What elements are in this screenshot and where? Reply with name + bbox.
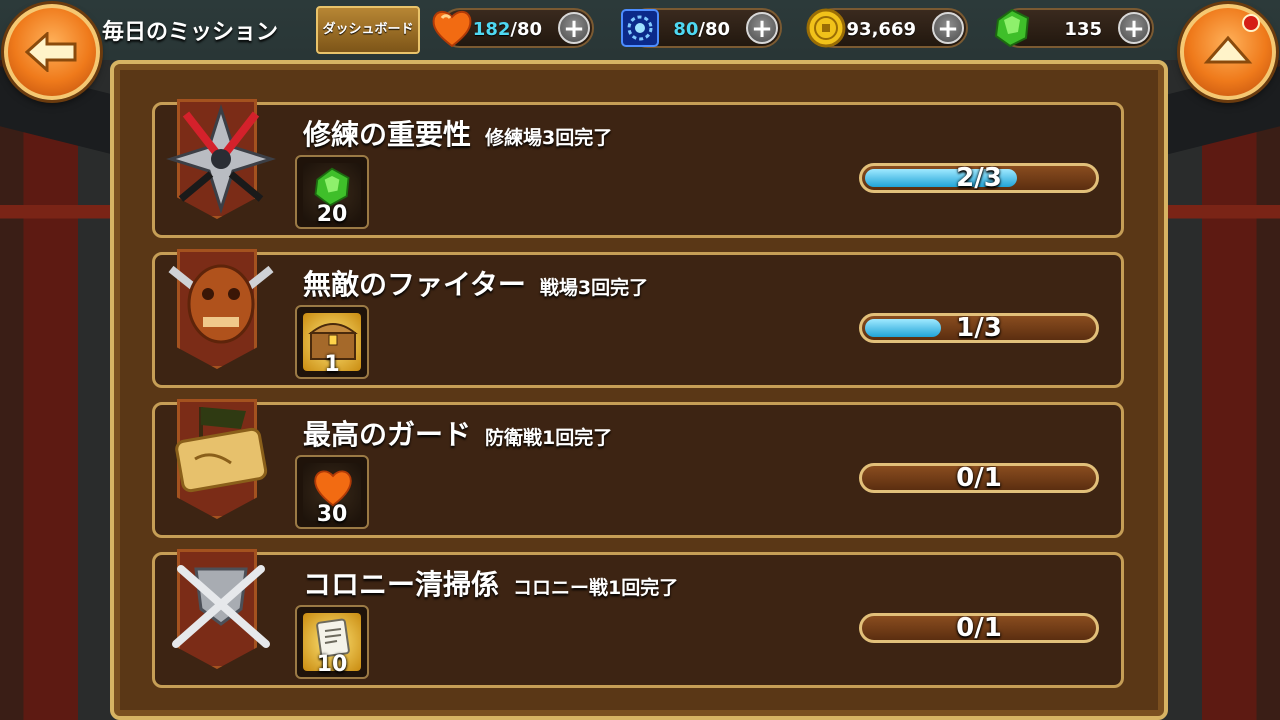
progress-bar: 1/3 — [859, 313, 1099, 343]
top-bar: 毎日のミッション ダッシュボード 182/80 + 80/80 + 93,669… — [0, 0, 1280, 100]
mission-title: コロニー清掃係 コロニー戦1回完了 — [303, 568, 679, 601]
flag-scroll-emblem-icon — [175, 407, 268, 493]
gold-coin-icon — [806, 8, 846, 48]
green-gem-icon — [994, 8, 1030, 48]
mission-row: 修練の重要性 修練場3回完了 20 2/3 — [152, 99, 1124, 238]
progress-text: 2/3 — [956, 163, 1002, 193]
add-gems-button[interactable]: + — [1118, 12, 1150, 44]
stamina-current: 182 — [472, 19, 511, 40]
stamina-counter: 182/80 + — [432, 8, 594, 48]
progress-bar: 0/1 — [859, 463, 1099, 493]
mission-row: 最高のガード 防衛戦1回完了 30 0/1 — [152, 399, 1124, 538]
mission-title: 修練の重要性 修練場3回完了 — [303, 118, 613, 151]
gold-amount: 93,669 — [846, 19, 916, 40]
menu-toggle-button[interactable] — [1180, 4, 1276, 100]
page-title: 毎日のミッション — [102, 20, 279, 45]
notification-badge — [1242, 14, 1260, 32]
demon-mask-emblem-icon — [168, 264, 274, 344]
background-temple-right — [1150, 60, 1280, 720]
mission-condition: コロニー戦1回完了 — [513, 577, 679, 599]
mission-condition: 戦場3回完了 — [539, 277, 649, 299]
shuriken-emblem-icon — [166, 104, 276, 214]
energy-counter: 80/80 + — [621, 8, 782, 48]
mission-row: 無敵のファイター 戦場3回完了 1 1/3 — [152, 249, 1124, 388]
progress-bar: 2/3 — [859, 163, 1099, 193]
back-arrow-icon — [25, 32, 77, 72]
mission-row: コロニー清掃係 コロニー戦1回完了 10 0/1 — [152, 549, 1124, 688]
reward-slot[interactable]: 1 — [295, 305, 369, 379]
gem-counter: 135 + — [994, 8, 1154, 48]
energy-current: 80 — [673, 19, 699, 40]
progress-text: 1/3 — [956, 313, 1002, 343]
reward-slot[interactable]: 20 — [295, 155, 369, 229]
reward-count: 30 — [316, 502, 348, 527]
add-stamina-button[interactable]: + — [558, 12, 590, 44]
add-energy-button[interactable]: + — [746, 12, 778, 44]
progress-bar: 0/1 — [859, 613, 1099, 643]
gem-amount: 135 — [1064, 19, 1102, 40]
reward-count: 10 — [316, 652, 348, 677]
heart-icon — [432, 10, 472, 48]
dashboard-button[interactable]: ダッシュボード — [316, 6, 420, 54]
stamina-max: /80 — [510, 19, 542, 40]
reward-slot[interactable]: 30 — [295, 455, 369, 529]
blue-orb-icon — [621, 9, 659, 47]
add-gold-button[interactable]: + — [932, 12, 964, 44]
energy-max: /80 — [698, 19, 730, 40]
reward-slot[interactable]: 10 — [295, 605, 369, 679]
back-button[interactable] — [4, 4, 100, 100]
mission-condition: 防衛戦1回完了 — [485, 427, 613, 449]
mission-condition: 修練場3回完了 — [485, 127, 613, 149]
progress-text: 0/1 — [956, 463, 1002, 493]
mission-title: 最高のガード 防衛戦1回完了 — [303, 418, 613, 451]
reward-count: 20 — [316, 202, 348, 227]
up-arrow-icon — [1203, 35, 1253, 64]
reward-count: 1 — [324, 352, 340, 377]
gold-counter: 93,669 + — [806, 8, 968, 48]
progress-text: 0/1 — [956, 613, 1002, 643]
mission-panel: 修練の重要性 修練場3回完了 20 2/3 無敵のファイター 戦場3回完了 1 … — [110, 60, 1168, 720]
mission-title: 無敵のファイター 戦場3回完了 — [303, 268, 649, 301]
crossed-swords-shield-emblem-icon — [172, 565, 270, 648]
